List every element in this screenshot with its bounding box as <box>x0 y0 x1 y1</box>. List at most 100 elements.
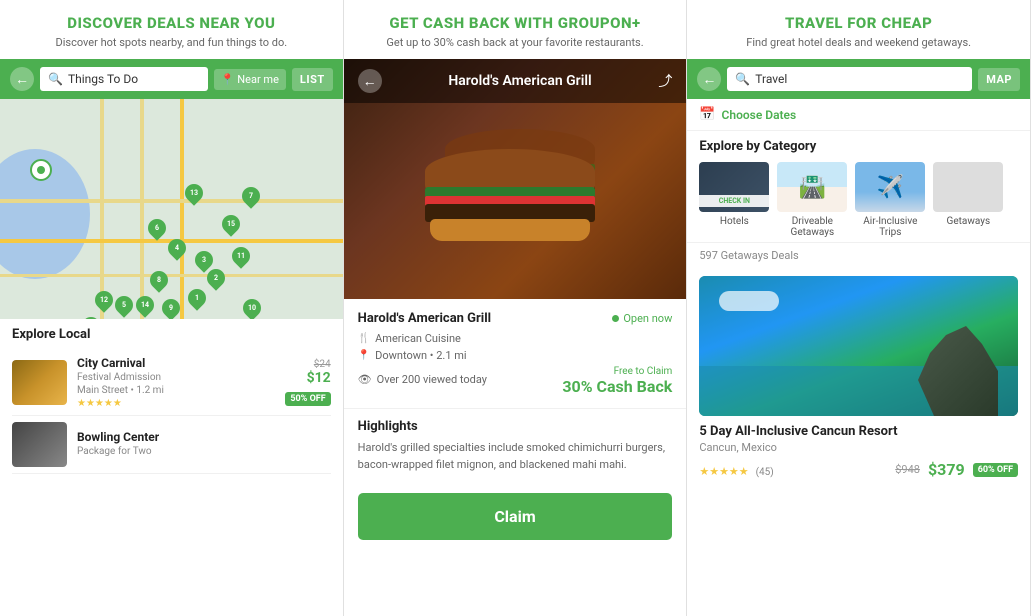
driveable-label: Driveable Getaways <box>777 216 847 238</box>
bowling-center-info: Bowling Center Package for Two <box>77 430 331 459</box>
open-dot <box>612 315 619 322</box>
travel-search-icon: 🔍 <box>735 72 750 86</box>
deal-off-badge: 60% OFF <box>973 463 1018 477</box>
share-button[interactable]: ⤴ <box>658 71 672 91</box>
map-pin[interactable]: 12 <box>91 287 116 312</box>
travel-search-input-wrap[interactable]: 🔍 Travel <box>727 67 972 91</box>
list-button[interactable]: LIST <box>292 68 333 91</box>
deal-price: $12 <box>285 370 330 386</box>
item-type: Package for Two <box>77 446 331 457</box>
map-pin[interactable]: 10 <box>239 295 264 319</box>
deals-count: 597 Getaways Deals <box>687 242 1030 268</box>
air-inclusive-image: ✈️ <box>855 162 925 212</box>
cuisine-text: American Cuisine <box>375 332 461 345</box>
map-pin[interactable]: 11 <box>228 243 253 268</box>
deal-image <box>699 276 1018 416</box>
category-hotels[interactable]: Hotels <box>699 162 769 238</box>
list-item[interactable]: City Carnival Festival Admission Main St… <box>12 350 331 416</box>
discover-search-bar: ← 🔍 Things To Do 📍 Near me LIST <box>0 59 343 99</box>
cashback-amount: 30% Cash Back <box>562 377 672 396</box>
city-carnival-image <box>12 360 67 405</box>
explore-category-title: Explore by Category <box>699 139 1018 154</box>
cashback-block: Free to Claim 30% Cash Back <box>562 366 672 396</box>
deal-prices: $948 $379 60% OFF <box>895 460 1018 479</box>
location-pin-icon: 📍 <box>358 350 370 361</box>
cuisine-row: 🍴 American Cuisine <box>358 332 673 345</box>
map-pin[interactable]: 1 <box>184 285 209 310</box>
getaways-image <box>933 162 1003 212</box>
eye-icon: 👁 <box>358 373 372 386</box>
near-me-label: Near me <box>237 73 279 86</box>
air-inclusive-label: Air-Inclusive Trips <box>855 216 925 238</box>
cliff <box>918 326 998 416</box>
map-background: 13 7 6 15 4 3 11 8 2 12 5 14 9 1 10 16 <box>0 99 343 319</box>
deal-rating: ★★★★★ (45) <box>699 460 773 479</box>
location-icon: 📍 <box>221 73 235 86</box>
travel-back-button[interactable]: ← <box>697 67 721 91</box>
panel-cashback: GET CASH BACK WITH GROUPON+ Get up to 30… <box>344 0 688 616</box>
location-text: Downtown • 2.1 mi <box>375 349 466 362</box>
restaurant-name: Harold's American Grill <box>358 311 491 326</box>
driveable-image: 🛣️ <box>777 162 847 212</box>
item-price-wrap: $24 $12 50% OFF <box>285 359 330 406</box>
deal-location: Cancun, Mexico <box>699 441 1018 454</box>
map-button[interactable]: MAP <box>978 68 1020 91</box>
choose-dates-label: Choose Dates <box>722 108 797 122</box>
category-air-inclusive[interactable]: ✈️ Air-Inclusive Trips <box>855 162 925 238</box>
map-road-v2 <box>140 99 144 319</box>
panel-travel-header: TRAVEL FOR CHEAP Find great hotel deals … <box>687 0 1030 59</box>
category-driveable[interactable]: 🛣️ Driveable Getaways <box>777 162 847 238</box>
explore-local-title: Explore Local <box>12 327 331 342</box>
back-button[interactable]: ← <box>10 67 34 91</box>
map-pin[interactable]: 6 <box>144 215 169 240</box>
panel-cashback-subtitle: Get up to 30% cash back at your favorite… <box>354 36 677 49</box>
map-road-h1 <box>0 199 343 203</box>
choose-dates[interactable]: 📅 Choose Dates <box>687 99 1030 131</box>
deal-original-price: $948 <box>895 463 920 476</box>
map-pin[interactable]: 15 <box>218 211 243 236</box>
restaurant-back-button[interactable]: ← <box>358 69 382 93</box>
search-icon: 🔍 <box>48 72 63 86</box>
claim-button[interactable]: Claim <box>358 493 673 540</box>
item-name: Bowling Center <box>77 430 331 444</box>
viewed-text: Over 200 viewed today <box>377 373 487 386</box>
search-input-wrap[interactable]: 🔍 Things To Do <box>40 67 208 91</box>
cashback-row: 👁 Over 200 viewed today Free to Claim 30… <box>358 366 673 396</box>
map-road-h3 <box>0 274 343 277</box>
cloud <box>719 291 779 311</box>
near-me-badge[interactable]: 📍 Near me <box>214 69 286 90</box>
travel-search-bar: ← 🔍 Travel MAP <box>687 59 1030 99</box>
search-input[interactable]: Things To Do <box>68 72 200 86</box>
restaurant-name-overlay: Harold's American Grill <box>448 73 591 89</box>
map-pin[interactable]: 14 <box>132 292 157 317</box>
calendar-icon: 📅 <box>699 107 715 122</box>
explore-local-section: Explore Local City Carnival Festival Adm… <box>0 319 343 478</box>
panel-discover: DISCOVER DEALS NEAR YOU Discover hot spo… <box>0 0 344 616</box>
category-getaways[interactable]: Getaways <box>933 162 1003 238</box>
restaurant-header-bar: ← Harold's American Grill ⤴ <box>344 59 687 103</box>
hotels-label: Hotels <box>699 216 769 227</box>
deal-card[interactable]: 5 Day All-Inclusive Cancun Resort Cancun… <box>687 268 1030 487</box>
panel-travel: TRAVEL FOR CHEAP Find great hotel deals … <box>687 0 1031 616</box>
map-road-v1 <box>100 99 104 319</box>
panel-discover-header: DISCOVER DEALS NEAR YOU Discover hot spo… <box>0 0 343 59</box>
item-type: Festival Admission <box>77 372 275 383</box>
map-pin[interactable]: 7 <box>238 183 263 208</box>
deal-image-inner <box>699 276 1018 416</box>
cuisine-icon: 🍴 <box>358 333 370 344</box>
item-distance: Main Street • 1.2 mi <box>77 385 275 396</box>
item-name: City Carnival <box>77 356 275 370</box>
map-pin[interactable]: 8 <box>146 267 171 292</box>
list-item[interactable]: Bowling Center Package for Two <box>12 416 331 474</box>
panel-cashback-title: GET CASH BACK WITH GROUPON+ <box>354 14 677 32</box>
cashback-label: Free to Claim <box>562 366 672 377</box>
open-now-text: Open now <box>623 312 672 325</box>
deal-new-price: $379 <box>928 460 965 479</box>
travel-search-input[interactable]: Travel <box>755 72 964 86</box>
location-dot-inner <box>37 166 45 174</box>
panel-travel-title: TRAVEL FOR CHEAP <box>697 14 1020 32</box>
map-pin[interactable]: 5 <box>111 292 136 317</box>
highlights-text: Harold's grilled specialties include smo… <box>358 440 673 473</box>
map-road-v3 <box>180 99 184 319</box>
deal-price-row: ★★★★★ (45) $948 $379 60% OFF <box>699 460 1018 479</box>
